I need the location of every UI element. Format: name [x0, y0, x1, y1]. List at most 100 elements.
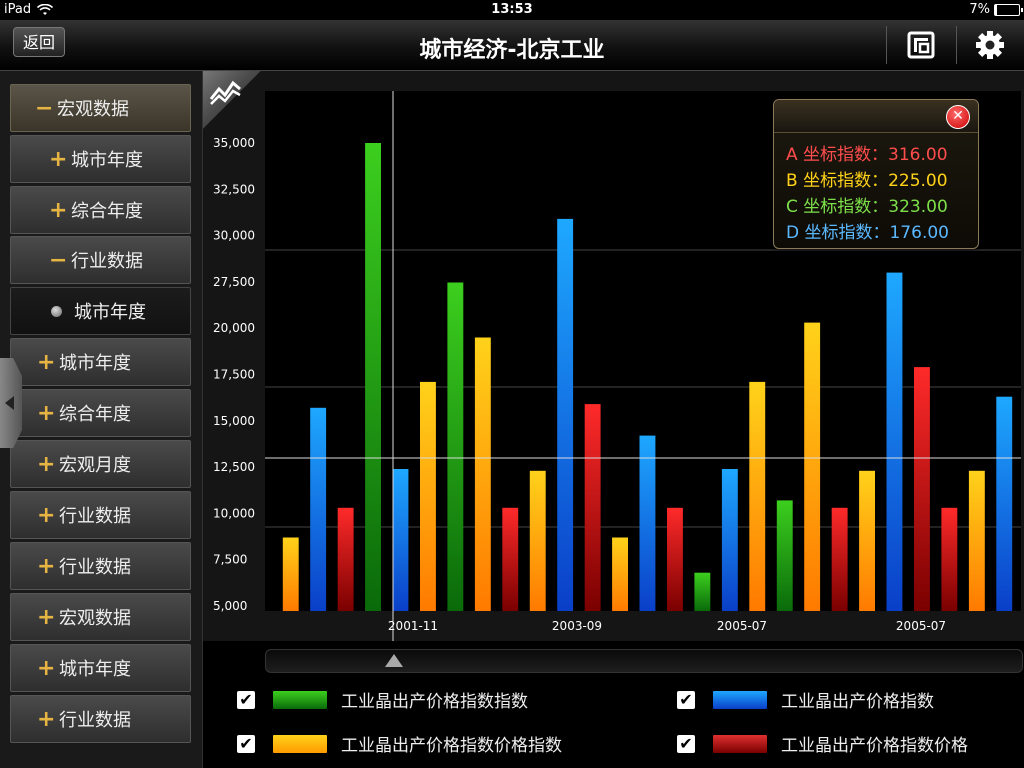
nav-separator — [886, 26, 887, 64]
sidebar-item-label: 行业数据 — [71, 251, 143, 272]
legend-label: 工业晶出产价格指数价格 — [781, 736, 968, 756]
sidebar-item-city-annual[interactable]: + 城市年度 — [10, 338, 191, 386]
status-right: 7% — [969, 2, 1023, 17]
bar-red[interactable] — [831, 507, 848, 611]
bar-green[interactable] — [447, 282, 464, 612]
collapse-icon: − — [35, 95, 54, 121]
x-tick-label: 2003-09 — [552, 619, 602, 633]
sidebar-item-industry-data[interactable]: + 行业数据 — [10, 695, 191, 743]
legend-label: 工业晶出产价格指数指数 — [341, 692, 528, 712]
y-tick-label: 5,000 — [213, 599, 247, 613]
legend-item[interactable]: ✔ 工业晶出产价格指数价格指数 — [237, 731, 562, 756]
bar-blue[interactable] — [639, 435, 656, 611]
legend-swatch-red — [713, 734, 767, 753]
gear-icon[interactable] — [974, 29, 1006, 61]
sidebar-item-label: 城市年度 — [59, 659, 131, 680]
tooltip-row-a: A 坐标指数：316.00 — [786, 145, 948, 165]
chart-type-toggle[interactable] — [203, 71, 261, 129]
y-tick-label: 17,500 — [213, 368, 255, 382]
bar-green[interactable] — [365, 143, 381, 611]
legend-item[interactable]: ✔ 工业晶出产价格指数 — [677, 687, 934, 712]
sidebar-item-macro-data[interactable]: − 宏观数据 — [10, 84, 191, 132]
fullscreen-icon[interactable] — [905, 29, 937, 61]
sidebar-item-label: 行业数据 — [59, 710, 131, 731]
bar-blue[interactable] — [886, 272, 903, 611]
bar-red[interactable] — [941, 507, 958, 611]
bar-orange[interactable] — [968, 470, 985, 611]
bar-red[interactable] — [914, 367, 930, 611]
expand-icon: + — [49, 197, 68, 223]
sidebar-item-label: 宏观数据 — [57, 99, 129, 120]
bar-red[interactable] — [584, 404, 601, 611]
sidebar-item-label: 综合年度 — [59, 404, 131, 425]
expand-icon: + — [37, 706, 56, 732]
sidebar-item-label: 行业数据 — [59, 557, 131, 578]
y-tick-label: 20,000 — [213, 321, 255, 335]
bar-blue[interactable] — [310, 407, 327, 611]
legend-checkbox[interactable]: ✔ — [237, 690, 255, 709]
sidebar-item-industry-data[interactable]: + 行业数据 — [10, 491, 191, 539]
bar-orange[interactable] — [859, 470, 875, 611]
legend-checkbox[interactable]: ✔ — [677, 690, 695, 709]
sidebar-item-city-annual-selected[interactable]: 城市年度 — [10, 287, 191, 335]
bar-blue[interactable] — [392, 469, 409, 611]
legend-swatch-green — [273, 690, 327, 709]
bar-orange[interactable] — [529, 470, 546, 611]
bar-orange[interactable] — [282, 537, 299, 612]
sidebar-item-city-annual[interactable]: + 城市年度 — [10, 644, 191, 692]
expand-icon: + — [37, 604, 56, 630]
status-time: 13:53 — [491, 2, 533, 17]
y-tick-label: 7,500 — [213, 553, 247, 567]
bar-red[interactable] — [667, 507, 683, 611]
bar-red[interactable] — [502, 507, 519, 611]
bar-orange[interactable] — [420, 381, 436, 611]
y-tick-label: 27,500 — [213, 275, 255, 289]
expand-icon: + — [49, 146, 68, 172]
bar-red[interactable] — [337, 507, 354, 611]
bar-orange[interactable] — [804, 322, 821, 611]
battery-percent: 7% — [969, 2, 990, 17]
battery-icon — [994, 3, 1023, 16]
bar-orange[interactable] — [612, 537, 628, 612]
y-tick-label: 32,500 — [213, 182, 255, 196]
bar-blue[interactable] — [557, 218, 574, 611]
collapse-icon: − — [49, 247, 68, 273]
bar-blue[interactable] — [721, 469, 738, 611]
expand-icon: + — [37, 349, 56, 375]
sidebar-item-macro-monthly[interactable]: + 宏观月度 — [10, 440, 191, 488]
sidebar-item-industry-data[interactable]: + 行业数据 — [10, 542, 191, 590]
sidebar-item-macro-data[interactable]: + 宏观数据 — [10, 593, 191, 641]
legend-item[interactable]: ✔ 工业晶出产价格指数价格 — [677, 731, 968, 756]
close-icon[interactable]: ✕ — [946, 105, 970, 129]
sidebar-item-composite-annual[interactable]: + 综合年度 — [10, 389, 191, 437]
sidebar: − 宏观数据 + 城市年度 + 综合年度 − 行业数据 城市年度 + 城市年度 … — [0, 71, 203, 768]
chart-panel: 35,000 32,500 30,000 27,500 20,000 17,500 15,0… — [203, 71, 1024, 641]
expand-icon: + — [37, 400, 56, 426]
y-tick-label: 30,000 — [213, 229, 255, 243]
legend-checkbox[interactable]: ✔ — [237, 734, 255, 753]
bar-orange[interactable] — [474, 337, 491, 612]
bar-green[interactable] — [694, 572, 711, 611]
bar-blue[interactable] — [996, 396, 1013, 611]
chart-slider-thumb[interactable] — [385, 654, 403, 667]
sidebar-collapse-handle[interactable] — [0, 358, 22, 448]
status-bar: iPad 13:53 7% — [0, 0, 1024, 20]
chart-scroll-track[interactable] — [265, 649, 1023, 673]
sidebar-item-composite-annual[interactable]: + 综合年度 — [10, 186, 191, 234]
bar-orange[interactable] — [749, 381, 766, 611]
legend-checkbox[interactable]: ✔ — [677, 734, 695, 753]
tooltip-row-c: C 坐标指数：323.00 — [786, 197, 948, 217]
bar-green[interactable] — [776, 500, 793, 611]
x-tick-label: 2001-11 — [388, 619, 438, 633]
sidebar-item-city-annual[interactable]: + 城市年度 — [10, 135, 191, 183]
y-tick-label: 15,000 — [213, 414, 255, 428]
sidebar-item-label: 宏观月度 — [59, 455, 131, 476]
legend-swatch-orange — [273, 734, 327, 753]
sidebar-item-label: 城市年度 — [74, 302, 146, 323]
bullet-icon — [51, 305, 62, 317]
y-tick-label: 10,000 — [213, 506, 255, 520]
sidebar-item-industry-data[interactable]: − 行业数据 — [10, 236, 191, 284]
legend-item[interactable]: ✔ 工业晶出产价格指数指数 — [237, 687, 528, 712]
tooltip-row-b: B 坐标指数：225.00 — [786, 171, 948, 191]
expand-icon: + — [37, 553, 56, 579]
